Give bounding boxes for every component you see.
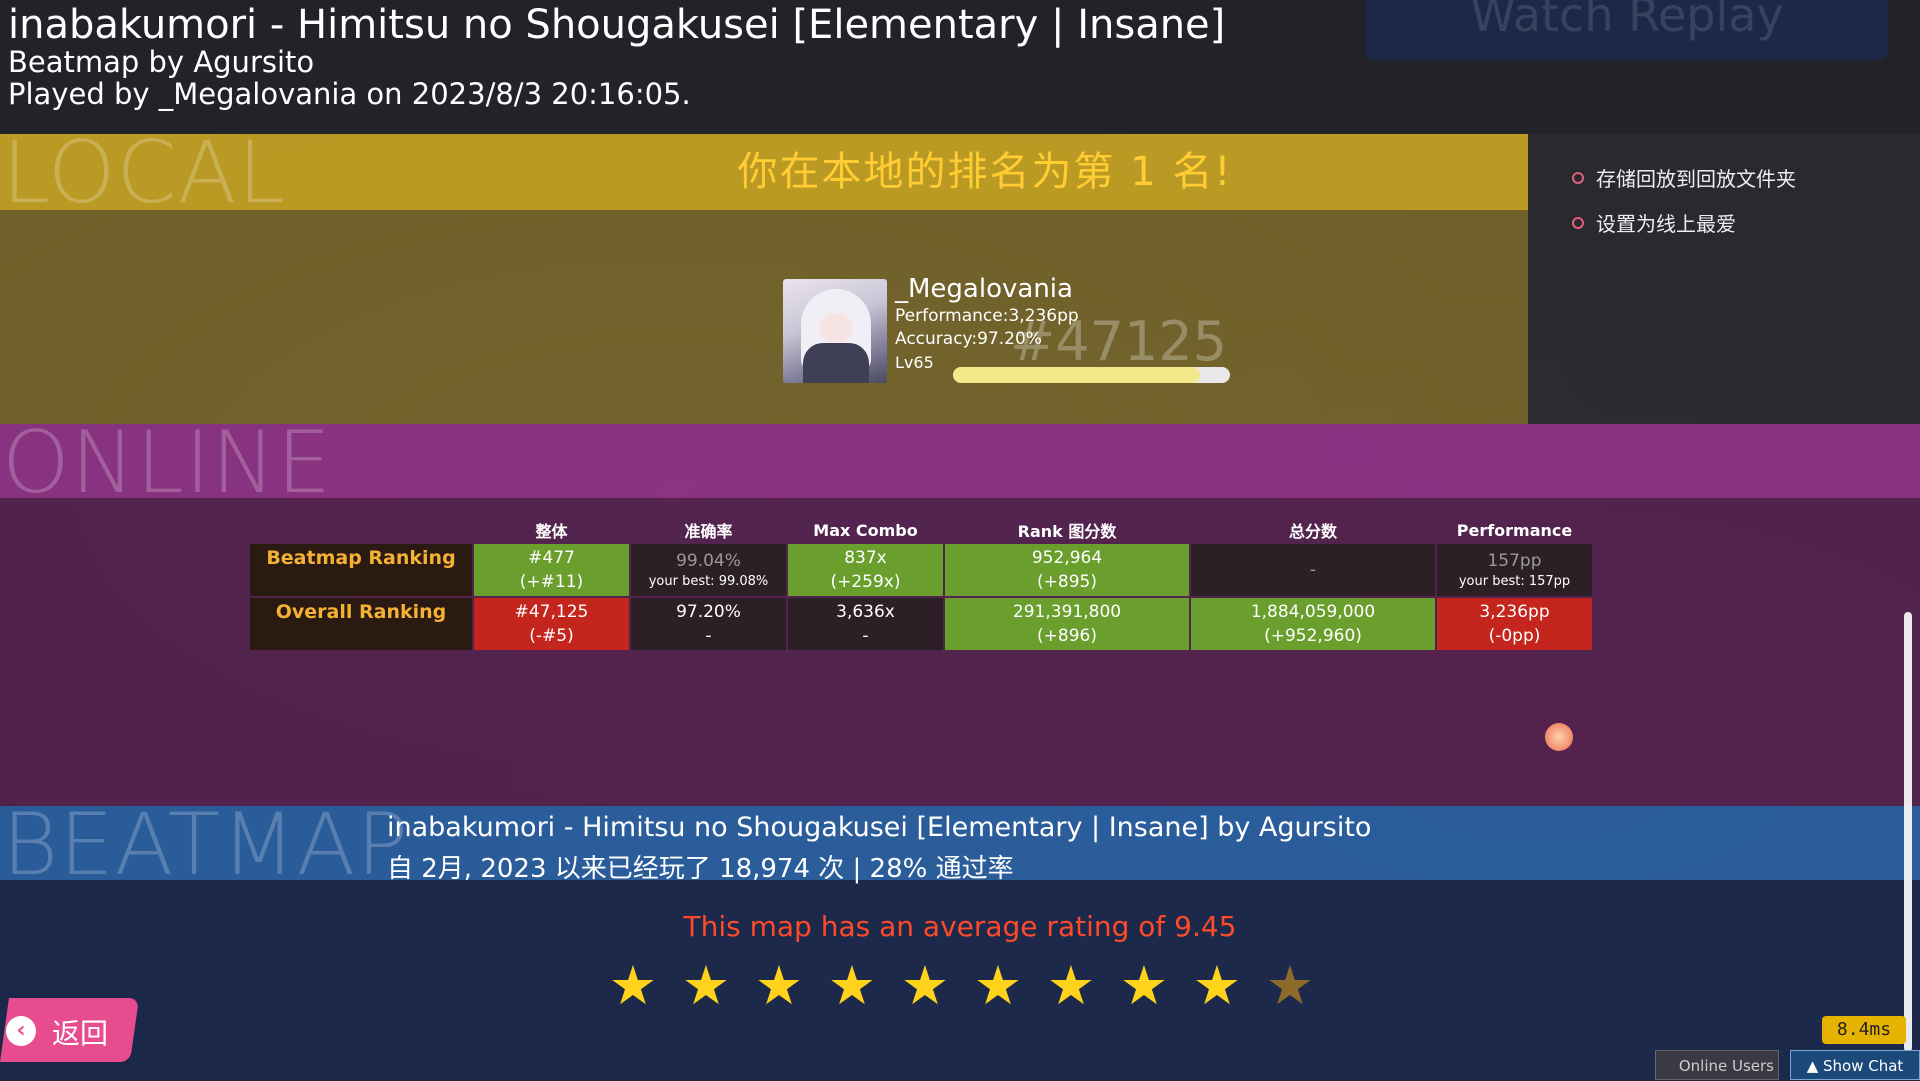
set-online-favourite-option[interactable]: 设置为线上最爱 — [1572, 208, 1736, 237]
table-cell: - — [1191, 544, 1435, 596]
cell-sub: (-#5) — [529, 626, 574, 646]
column-header-total-score: 总分数 — [1288, 522, 1337, 541]
cell-sub: (-0pp) — [1488, 626, 1541, 646]
table-row-beatmap-ranking: Beatmap Ranking #477 (+#11) 99.04% your be… — [250, 544, 1592, 596]
cell-main: 157pp — [1487, 551, 1542, 571]
show-chat-label: Show Chat — [1823, 1057, 1904, 1075]
cell-sub: (+952,960) — [1264, 626, 1362, 646]
level-progress-bar — [953, 367, 1230, 383]
avatar-face — [819, 313, 853, 343]
cell-sub: (+259x) — [830, 572, 901, 592]
local-rank-message: 你在本地的排名为第 1 名! — [737, 149, 1233, 195]
scrollbar[interactable] — [1904, 612, 1912, 1052]
column-header-label — [250, 518, 472, 542]
table-cell: 952,964 (+895) — [945, 544, 1189, 596]
level-progress-fill — [953, 367, 1200, 383]
table-cell: 291,391,800 (+896) — [945, 598, 1189, 650]
table-cell: 3,236pp (-0pp) — [1437, 598, 1592, 650]
star-icon[interactable]: ★ — [1190, 956, 1244, 1016]
star-icon[interactable]: ★ — [679, 956, 733, 1016]
star-icon[interactable]: ★ — [1263, 956, 1317, 1016]
beatmap-title: inabakumori - Himitsu no Shougakusei [El… — [387, 812, 1372, 843]
column-header-performance: Performance — [1456, 520, 1573, 540]
cell-sub: your best: 157pp — [1458, 574, 1571, 589]
online-section-label: ONLINE — [2, 413, 332, 513]
avatar-body — [803, 343, 869, 383]
cell-main: 952,964 — [1031, 548, 1103, 568]
local-section-label: LOCAL — [2, 123, 287, 223]
played-by-info: Played by _Megalovania on 2023/8/3 20:16… — [8, 77, 691, 111]
cell-main: 1,884,059,000 — [1250, 602, 1376, 622]
table-cell: 99.04% your best: 99.08% — [631, 544, 786, 596]
player-accuracy: Accuracy:97.20% — [895, 329, 1042, 349]
column-header-overall: 整体 — [535, 522, 568, 541]
cell-main: 837x — [844, 548, 887, 568]
chevron-left-icon[interactable]: ‹ — [6, 1016, 36, 1046]
beatmap-section-label: BEATMAP — [2, 795, 410, 895]
column-header-ranked-score: Rank 图分数 — [1017, 522, 1117, 541]
cell-sub: (+896) — [1037, 626, 1097, 646]
cell-sub: (+895) — [1037, 572, 1097, 592]
player-avatar[interactable] — [783, 279, 887, 383]
player-level: Lv65 — [895, 353, 934, 372]
column-header-max-combo: Max Combo — [813, 520, 918, 540]
star-icon[interactable]: ★ — [971, 956, 1025, 1016]
player-performance: Performance:3,236pp — [895, 306, 1079, 326]
star-icon[interactable]: ★ — [752, 956, 806, 1016]
radio-icon — [1572, 216, 1584, 229]
online-users-button[interactable]: Online Users — [1655, 1050, 1779, 1080]
cell-sub: - — [705, 626, 712, 646]
beatmap-play-stats: 自 2月, 2023 以来已经玩了 18,974 次 | 28% 通过率 — [387, 854, 1014, 884]
star-icon[interactable]: ★ — [825, 956, 879, 1016]
table-cell: 97.20% - — [631, 598, 786, 650]
table-row-overall-ranking: Overall Ranking #47,125 (-#5) 97.20% - 3,6… — [250, 598, 1592, 650]
cell-main: - — [1309, 560, 1317, 580]
rating-stars[interactable]: ★ ★ ★ ★ ★ ★ ★ ★ ★ ★ — [606, 956, 1317, 1016]
table-header-row: 整体 准确率 Max Combo Rank 图分数 总分数 Performanc… — [250, 518, 1592, 542]
radio-icon — [1572, 171, 1584, 184]
table-cell: 837x (+259x) — [788, 544, 943, 596]
latency-indicator: 8.4ms — [1822, 1016, 1906, 1044]
beatmap-mapper: Beatmap by Agursito — [8, 45, 315, 79]
cell-main: 3,636x — [836, 602, 895, 622]
star-icon[interactable]: ★ — [606, 956, 660, 1016]
star-icon[interactable]: ★ — [1044, 956, 1098, 1016]
back-button-label[interactable]: 返回 — [52, 1012, 108, 1052]
cell-sub: (+#11) — [519, 572, 584, 592]
row-label: Beatmap Ranking — [250, 544, 472, 596]
cell-main: 99.04% — [676, 551, 741, 571]
cell-main: 97.20% — [676, 602, 741, 622]
table-cell: 157pp your best: 157pp — [1437, 544, 1592, 596]
save-replay-label: 存储回放到回放文件夹 — [1596, 167, 1796, 191]
table-cell: 3,636x - — [788, 598, 943, 650]
star-icon[interactable]: ★ — [898, 956, 952, 1016]
chevron-up-icon: ▲ — [1806, 1057, 1823, 1075]
watch-replay-button[interactable]: Watch Replay — [1366, 0, 1888, 60]
cell-main: #477 — [528, 548, 575, 568]
table-cell: 1,884,059,000 (+952,960) — [1191, 598, 1435, 650]
set-favourite-label: 设置为线上最爱 — [1596, 212, 1736, 236]
cell-main: 3,236pp — [1479, 602, 1550, 622]
table-cell: #477 (+#11) — [474, 544, 629, 596]
table-cell: #47,125 (-#5) — [474, 598, 629, 650]
beatmap-rating-text: This map has an average rating of 9.45 — [683, 910, 1237, 943]
row-label: Overall Ranking — [250, 598, 472, 650]
player-name: _Megalovania — [895, 274, 1073, 304]
cell-main: 291,391,800 — [1012, 602, 1122, 622]
cursor-icon — [1545, 723, 1573, 751]
cell-sub: - — [862, 626, 869, 646]
show-chat-button[interactable]: ▲ Show Chat — [1790, 1050, 1920, 1080]
cell-sub: your best: 99.08% — [648, 574, 769, 589]
ranking-stats-table: 整体 准确率 Max Combo Rank 图分数 总分数 Performanc… — [248, 516, 1594, 652]
column-header-accuracy: 准确率 — [684, 522, 733, 541]
star-icon[interactable]: ★ — [1117, 956, 1171, 1016]
cell-main: #47,125 — [514, 602, 589, 622]
song-title: inabakumori - Himitsu no Shougakusei [El… — [8, 2, 1226, 48]
save-replay-option[interactable]: 存储回放到回放文件夹 — [1572, 163, 1796, 192]
